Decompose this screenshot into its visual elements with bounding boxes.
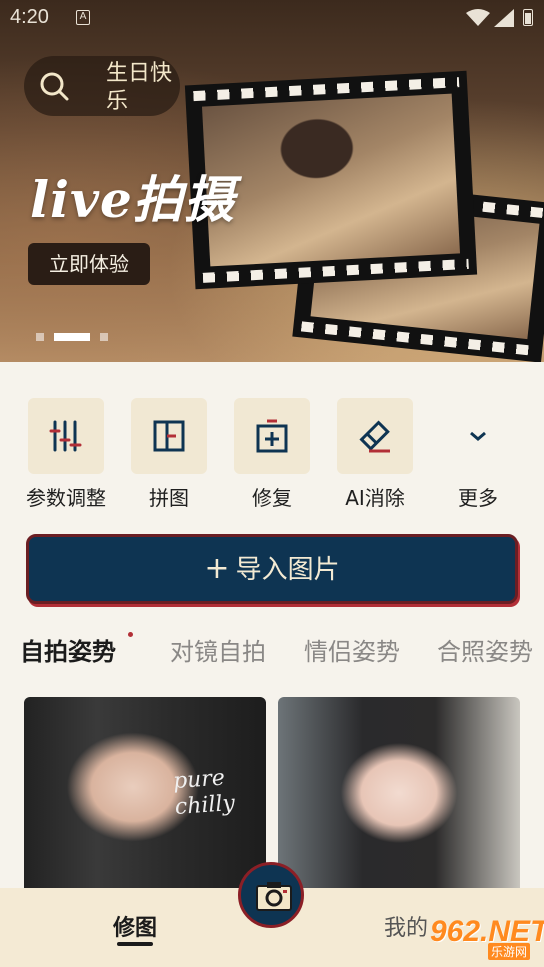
camera-button[interactable]	[238, 862, 304, 928]
sliders-icon	[49, 420, 82, 452]
tool-label: 更多	[458, 486, 498, 510]
carousel-dot	[36, 333, 44, 341]
tab-active-dot	[128, 632, 133, 637]
nav-edit[interactable]: 修图	[113, 910, 157, 942]
tab-couple-pose[interactable]: 情侣姿势	[304, 632, 400, 667]
signal-icon	[494, 9, 514, 27]
import-image-button[interactable]: + 导入图片	[26, 534, 518, 604]
plus-icon: +	[204, 551, 230, 586]
tab-selfie-pose[interactable]: 自拍姿势	[20, 632, 116, 667]
tab-mirror-selfie[interactable]: 对镜自拍	[170, 632, 266, 667]
tool-collage[interactable]: 拼图	[129, 398, 209, 511]
tool-label: 拼图	[149, 486, 189, 510]
wifi-icon	[466, 9, 490, 26]
search-icon	[40, 72, 69, 101]
collage-icon	[153, 420, 185, 452]
tool-label: 参数调整	[26, 486, 106, 510]
battery-icon	[523, 9, 533, 26]
search-bar[interactable]: 生日快乐	[24, 56, 180, 116]
camera-icon	[256, 882, 292, 911]
repair-icon	[256, 419, 288, 453]
card-caption-line: chilly	[174, 790, 236, 821]
tool-label: AI消除	[345, 486, 405, 510]
tool-repair[interactable]: 修复	[232, 398, 312, 511]
tool-label: 修复	[252, 486, 292, 510]
carousel-dot	[100, 333, 108, 341]
banner-title: live拍摄	[30, 170, 235, 229]
status-time: 4:20	[10, 6, 49, 28]
try-now-button[interactable]: 立即体验	[28, 243, 150, 285]
carousel-dot-active	[54, 333, 90, 341]
chevron-down-icon	[470, 431, 486, 441]
watermark: 962.NET 乐游网	[404, 913, 544, 961]
card-caption: pure chilly	[172, 765, 236, 821]
status-bar: 4:20 A	[0, 0, 544, 36]
nav-active-indicator	[117, 942, 153, 946]
hero-banner[interactable]: 4:20 A 生日快乐 live拍摄 立即体验	[0, 0, 544, 362]
notification-a-icon: A	[76, 10, 90, 25]
tool-params[interactable]: 参数调整	[26, 398, 106, 511]
tool-ai-erase[interactable]: AI消除	[335, 398, 415, 511]
pose-card[interactable]	[278, 697, 520, 897]
search-placeholder: 生日快乐	[106, 61, 173, 112]
watermark-sub: 乐游网	[488, 943, 531, 960]
pose-card[interactable]: pure chilly	[24, 697, 266, 897]
eraser-icon	[359, 420, 390, 453]
tool-more[interactable]: 更多	[438, 398, 518, 511]
card-caption-line: pure	[172, 765, 226, 795]
tab-group-pose[interactable]: 合照姿势	[437, 632, 533, 667]
import-label: 导入图片	[235, 555, 340, 585]
